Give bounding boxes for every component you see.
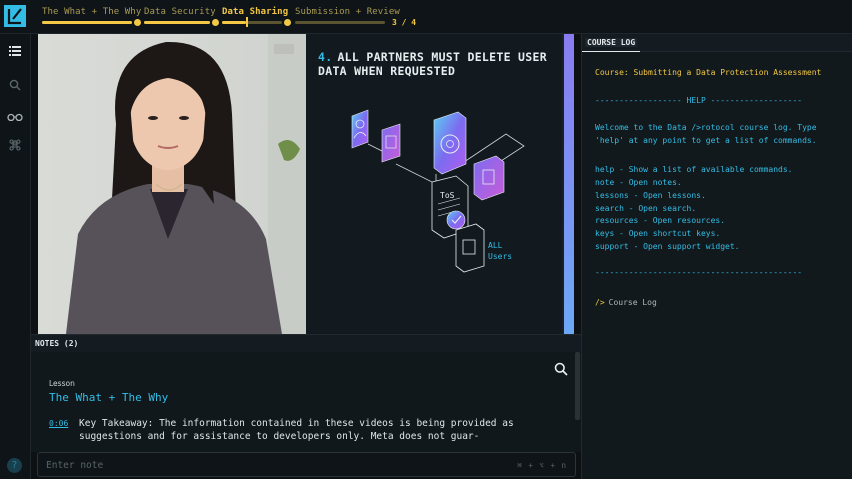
search-icon[interactable]	[6, 76, 24, 94]
video-player[interactable]: 4. ALL PARTNERS MUST DELETE USER DATA WHE…	[38, 34, 574, 334]
notes-kicker: Lesson	[49, 379, 75, 388]
slide-caption: ALL Users	[488, 240, 512, 262]
progress-playhead	[246, 17, 248, 27]
trash-card-icon	[473, 155, 505, 201]
tos-label: ToS	[440, 191, 455, 200]
course-log-command: search - Open search.	[595, 204, 697, 213]
user-card-icon	[351, 109, 369, 149]
note-input[interactable]	[46, 457, 466, 473]
course-log-command: note - Open notes.	[595, 178, 682, 187]
notes-scrollbar[interactable]	[575, 352, 580, 420]
progress-bar-section-3	[222, 21, 282, 24]
note-input-container: ⌘ + ⌥ + n	[37, 452, 576, 477]
top-bar: The What + The Why Data Security Data Sh…	[0, 0, 852, 34]
clipboard-icon	[455, 223, 485, 273]
course-log-intro-line-1: Welcome to the Data />rotocol course log…	[595, 123, 817, 132]
glasses-icon[interactable]	[6, 108, 24, 126]
course-log-tab-underline	[582, 51, 640, 52]
notes-tab-bar: NOTES (2)	[31, 334, 581, 353]
course-log-prompt[interactable]: /> Course Log	[595, 298, 657, 307]
presenter-video-frame	[38, 34, 306, 334]
notes-tab[interactable]: NOTES (2)	[35, 339, 78, 348]
slide-caption-line-2: Users	[488, 252, 513, 261]
course-log-end-rule: ----------------------------------------…	[595, 268, 803, 277]
presenter-image	[38, 34, 306, 334]
app-logo-icon[interactable]	[4, 5, 26, 27]
course-log-command: resources - Open resources.	[595, 216, 726, 225]
progress-marker-1	[134, 19, 141, 26]
course-log-command: keys - Open shortcut keys.	[595, 229, 721, 238]
progress-marker-2	[212, 19, 219, 26]
lesson-count: 3 / 4	[392, 18, 417, 27]
left-rail: ?	[0, 34, 31, 479]
course-log-tab[interactable]: COURSE LOG	[585, 38, 638, 47]
course-log-command: lessons - Open lessons.	[595, 191, 706, 200]
course-log-panel: COURSE LOG Course: Submitting a Data Pro…	[581, 34, 852, 479]
slide-gradient-edge	[564, 34, 574, 334]
course-log-intro-line-2: 'help' at any point to get a list of com…	[595, 136, 817, 145]
course-log-course-title: Course: Submitting a Data Protection Ass…	[595, 68, 822, 77]
note-timestamp-link[interactable]: 0:06	[49, 419, 68, 428]
prompt-caret: />	[595, 298, 605, 307]
progress-bar-section-4	[295, 21, 385, 24]
help-icon[interactable]: ?	[7, 458, 22, 473]
data-flow-illustration: ToS	[351, 109, 525, 273]
course-log-command: help - Show a list of available commands…	[595, 165, 793, 174]
command-icon[interactable]	[6, 136, 24, 154]
course-log-tab-bar: COURSE LOG	[582, 34, 852, 52]
settings-card-icon	[433, 111, 467, 175]
document-card-icon	[381, 123, 401, 163]
progress-bar-section-2	[144, 21, 210, 24]
breadcrumb-data-sharing[interactable]: Data Sharing	[222, 7, 288, 17]
list-icon[interactable]	[6, 42, 24, 60]
lesson-slide: 4. ALL PARTNERS MUST DELETE USER DATA WHE…	[306, 34, 574, 334]
course-log-help-rule: ------------------ HELP ----------------…	[595, 96, 803, 105]
progress-bar-section-1	[42, 21, 132, 24]
note-shortcut-hint: ⌘ + ⌥ + n	[517, 461, 567, 470]
note-text: Key Takeaway: The information contained …	[79, 418, 514, 442]
breadcrumb-data-security[interactable]: Data Security	[144, 7, 216, 17]
breadcrumb-submission-review[interactable]: Submission + Review	[295, 7, 400, 17]
notes-search-icon[interactable]	[554, 361, 568, 376]
notes-panel: Lesson The What + The Why 0:06 Key Takea…	[31, 352, 581, 452]
breadcrumb-the-what-the-why[interactable]: The What + The Why	[42, 7, 141, 17]
course-log-command: support - Open support widget.	[595, 242, 740, 251]
slide-caption-line-1: ALL	[488, 241, 503, 250]
progress-marker-3	[284, 19, 291, 26]
notes-lesson-heading[interactable]: The What + The Why	[49, 391, 168, 404]
prompt-text: Course Log	[608, 298, 657, 307]
